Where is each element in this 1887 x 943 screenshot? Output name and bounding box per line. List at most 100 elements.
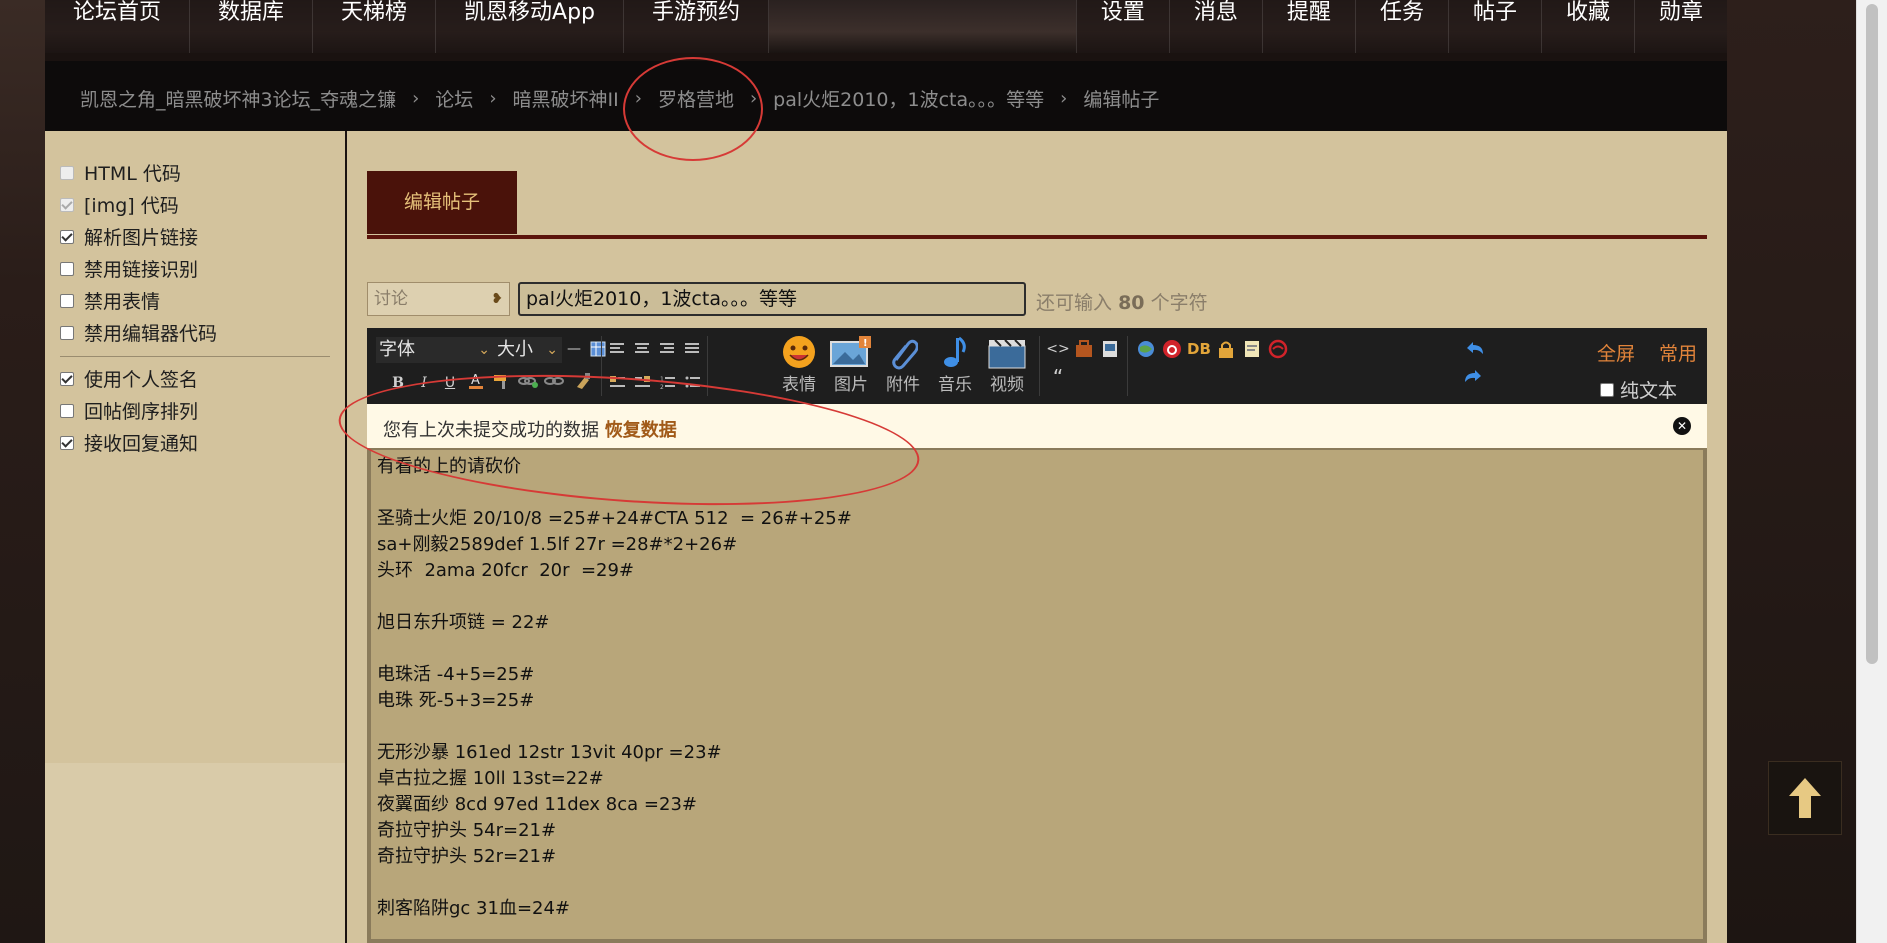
font-family-select[interactable]: 字体 ⌄ (376, 337, 494, 363)
scrollbar-thumb[interactable] (1866, 4, 1878, 664)
nav-mobile-game-preorder[interactable]: 手游预约 (624, 0, 770, 53)
option-disable-smilies[interactable]: 禁用表情 (60, 287, 160, 314)
underline-icon[interactable]: U (439, 372, 461, 394)
checkbox[interactable] (60, 403, 74, 418)
quote-icon[interactable]: “ (1047, 365, 1069, 389)
nav-forum-home[interactable]: 论坛首页 (45, 0, 191, 53)
option-parse-image-links[interactable]: 解析图片链接 (60, 223, 198, 250)
nav-mobile-app[interactable]: 凯恩移动App (436, 0, 625, 53)
restore-data-link[interactable]: 恢复数据 (605, 420, 677, 441)
code-icon[interactable]: <> (1046, 338, 1069, 360)
breadcrumb-diablo2[interactable]: 暗黑破坏神II (513, 85, 619, 112)
breadcrumb-rogue-camp[interactable]: 罗格营地 (658, 85, 734, 112)
nav-database[interactable]: 数据库 (190, 0, 314, 53)
clear-format-icon[interactable] (573, 370, 595, 392)
nav-medals[interactable]: 勋章 (1633, 0, 1727, 53)
option-img-code[interactable]: [img] 代码 (60, 191, 179, 218)
content-line: 刺客陷阱gc 31血=24# (377, 898, 571, 919)
tab-underline (367, 235, 1707, 239)
font-color-icon[interactable]: A (465, 370, 487, 392)
breadcrumb-separator: › (489, 88, 497, 109)
option-reply-notify[interactable]: 接收回复通知 (60, 429, 198, 456)
undo-icon[interactable] (1463, 338, 1485, 360)
chevron-down-icon: ⌄ (546, 342, 558, 358)
breadcrumb-site[interactable]: 凯恩之角_暗黑破坏神3论坛_夺魂之镰 (80, 85, 396, 112)
align-right-icon[interactable] (657, 338, 679, 360)
remaining-suffix: 个字符 (1150, 292, 1208, 314)
page-scrollbar[interactable] (1856, 0, 1887, 943)
align-center-icon[interactable] (632, 338, 654, 360)
table-icon[interactable] (587, 338, 609, 360)
close-icon[interactable]: ✕ (1673, 417, 1691, 435)
checkbox[interactable] (60, 371, 74, 386)
tab-edit-post[interactable]: 编辑帖子 (367, 171, 517, 234)
post-content-textarea[interactable]: 有看的上的请砍价 圣骑士火炬 20/10/8 =25#+24#CTA 512 = … (367, 448, 1707, 943)
option-label: 回帖倒序排列 (84, 401, 199, 423)
attachment-button[interactable]: 附件 (877, 332, 929, 395)
breadcrumb-forum[interactable]: 论坛 (435, 85, 473, 112)
nav-favorites[interactable]: 收藏 (1540, 0, 1634, 53)
option-label: 禁用编辑器代码 (84, 323, 218, 345)
back-to-top-button[interactable] (1768, 761, 1842, 835)
option-use-signature[interactable]: 使用个人签名 (60, 365, 198, 392)
common-mode-button[interactable]: 常用 (1659, 339, 1697, 366)
prohibit-icon[interactable] (1267, 338, 1289, 360)
free-tag-icon[interactable] (1073, 338, 1095, 360)
content-line: 卓古拉之握 10ll 13st=22# (377, 768, 604, 789)
nav-notifications[interactable]: 提醒 (1261, 0, 1355, 53)
checkbox[interactable] (60, 293, 74, 308)
restore-text: 您有上次未提交成功的数据 (383, 420, 599, 441)
option-disable-link-detect[interactable]: 禁用链接识别 (60, 255, 198, 282)
svg-text:A: A (471, 373, 480, 388)
breadcrumb-thread[interactable]: pal火炬2010，1波cta。。。等等 (773, 85, 1044, 112)
bold-icon[interactable]: B (387, 372, 409, 394)
plaintext-toggle[interactable]: 纯文本 (1599, 376, 1677, 403)
float-left-icon[interactable] (607, 372, 629, 394)
document-icon[interactable] (1241, 338, 1263, 360)
checkbox[interactable] (60, 229, 74, 244)
nav-messages[interactable]: 消息 (1168, 0, 1262, 53)
checkbox[interactable] (60, 197, 74, 212)
align-justify-icon[interactable] (682, 338, 704, 360)
fullscreen-button[interactable]: 全屏 (1597, 339, 1635, 366)
align-left-icon[interactable] (607, 338, 629, 360)
music-label: 音乐 (938, 375, 972, 395)
toolbar-separator (1039, 336, 1040, 396)
page-icon[interactable] (1099, 338, 1121, 360)
font-size-select[interactable]: 大小 ⌄ (494, 337, 562, 363)
option-html-code[interactable]: HTML 代码 (60, 159, 181, 186)
redo-icon[interactable] (1463, 366, 1485, 388)
checkbox[interactable] (60, 435, 74, 450)
smilies-button[interactable]: 表情 (773, 332, 825, 395)
horizontal-rule-icon[interactable]: — (563, 338, 585, 360)
checkbox[interactable] (60, 261, 74, 276)
checkbox[interactable] (1599, 382, 1614, 397)
nav-tasks[interactable]: 任务 (1354, 0, 1448, 53)
video-button[interactable]: 视频 (981, 332, 1033, 395)
checkbox[interactable] (60, 165, 74, 180)
nav-posts[interactable]: 帖子 (1447, 0, 1541, 53)
options-sidebar: HTML 代码 [img] 代码 解析图片链接 禁用链接识别 禁用表情 禁用编辑… (45, 131, 345, 763)
image-button[interactable]: ! 图片 (825, 332, 877, 395)
content-line: 电珠 死-5+3=25# (377, 690, 535, 711)
italic-icon[interactable]: I (413, 372, 435, 394)
globe-icon[interactable] (1135, 338, 1157, 360)
lock-icon[interactable] (1215, 338, 1237, 360)
float-right-icon[interactable] (632, 372, 654, 394)
link-icon[interactable] (517, 370, 539, 392)
netease-music-icon[interactable] (1161, 338, 1183, 360)
checkbox[interactable] (60, 325, 74, 340)
db-icon[interactable]: DB (1185, 338, 1213, 360)
music-button[interactable]: 音乐 (929, 332, 981, 395)
subject-input[interactable]: pal火炬2010，1波cta。。。等等 (518, 282, 1026, 316)
nav-ladder[interactable]: 天梯榜 (313, 0, 437, 53)
highlight-icon[interactable] (491, 370, 513, 392)
nav-settings[interactable]: 设置 (1075, 0, 1169, 53)
breadcrumb-separator: › (634, 88, 642, 109)
unlink-icon[interactable] (543, 370, 565, 392)
ordered-list-icon[interactable]: 12 (657, 372, 679, 394)
unordered-list-icon[interactable] (682, 372, 704, 394)
option-reverse-order[interactable]: 回帖倒序排列 (60, 397, 198, 424)
thread-type-select[interactable]: 讨论 ❥ (367, 282, 510, 316)
option-disable-editor-code[interactable]: 禁用编辑器代码 (60, 319, 217, 346)
